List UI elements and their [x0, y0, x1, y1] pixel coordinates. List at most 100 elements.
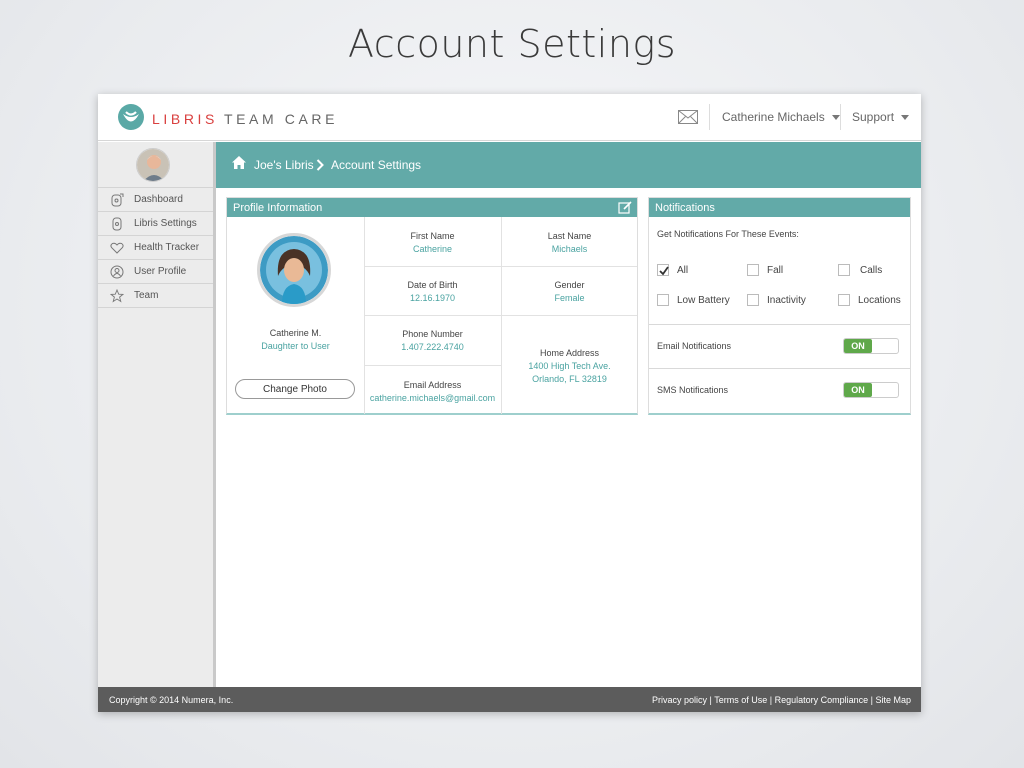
profile-icon [110, 265, 124, 279]
user-name: Catherine Michaels [722, 110, 825, 124]
sidebar-item-label: Health Tracker [134, 242, 200, 253]
dob-field[interactable]: Date of Birth 12.16.1970 [364, 280, 501, 303]
device-icon [112, 217, 122, 231]
notifications-panel: Notifications Get Notifications For Thes… [648, 197, 911, 415]
sms-notifications-label: SMS Notifications [657, 385, 729, 395]
email-notifications-toggle[interactable]: ON [843, 338, 899, 354]
address-line2: Orlando, FL 32819 [532, 374, 607, 384]
gender-label: Gender [554, 280, 585, 290]
last-name-label: Last Name [547, 231, 592, 241]
app-window: LIBRIS TEAM CARE Catherine Michaels Suppo… [98, 94, 921, 712]
checkbox-box [747, 294, 759, 306]
sidebar-avatar-area [98, 142, 213, 188]
row-divider [364, 315, 637, 316]
chevron-right-icon [316, 159, 324, 171]
checkbox-box [657, 294, 669, 306]
gender-value: Female [554, 293, 585, 303]
chevron-down-icon [831, 115, 840, 121]
heart-icon [110, 242, 124, 254]
phone-value: 1.407.222.4740 [401, 342, 464, 352]
phone-field[interactable]: Phone Number 1.407.222.4740 [364, 329, 501, 352]
checkbox-label: Locations [858, 295, 901, 306]
sidebar-item-dashboard[interactable]: Dashboard [98, 188, 213, 212]
section-divider [649, 324, 910, 325]
toggle-on-state: ON [844, 383, 872, 397]
profile-summary: Catherine M. Daughter to User [227, 328, 364, 351]
sidebar-item-health-tracker[interactable]: Health Tracker [98, 236, 213, 260]
footer-link-terms[interactable]: Terms of Use [714, 695, 767, 705]
breadcrumb: Joe's Libris Account Settings [216, 142, 921, 188]
first-name-field[interactable]: First Name Catherine [364, 231, 501, 254]
gender-field[interactable]: Gender Female [501, 280, 638, 303]
brand-name: LIBRIS TEAM CARE [152, 111, 338, 127]
support-menu[interactable]: Support [852, 110, 910, 124]
edit-icon[interactable] [618, 201, 632, 214]
copyright-text: Copyright © 2014 Numera, Inc. [109, 695, 234, 705]
checkbox-label: Fall [767, 265, 784, 276]
profile-photo [257, 233, 331, 307]
sidebar-item-label: Libris Settings [134, 218, 197, 229]
change-photo-button[interactable]: Change Photo [235, 379, 355, 399]
footer-link-privacy[interactable]: Privacy policy [652, 695, 707, 705]
profile-photo-portrait [260, 236, 328, 304]
sidebar-item-user-profile[interactable]: User Profile [98, 260, 213, 284]
address-field[interactable]: Home Address 1400 High Tech Ave. Orlando… [501, 348, 638, 384]
panel-title: Notifications [655, 202, 715, 214]
profile-relation: Daughter to User [261, 341, 330, 351]
events-label: Get Notifications For These Events: [657, 229, 799, 239]
brand-libris: LIBRIS [152, 111, 218, 127]
notifications-panel-header: Notifications [649, 198, 910, 217]
checkbox-label: Low Battery [677, 295, 730, 306]
slide-title: Account Settings [347, 22, 677, 66]
first-name-label: First Name [410, 231, 455, 241]
star-icon [110, 289, 124, 303]
checkbox-box [838, 294, 850, 306]
breadcrumb-current: Account Settings [331, 158, 422, 172]
address-label: Home Address [539, 348, 600, 358]
mail-icon[interactable] [678, 110, 698, 124]
header-divider [840, 104, 841, 130]
last-name-field[interactable]: Last Name Michaels [501, 231, 638, 254]
checkbox-label: All [677, 265, 689, 276]
sidebar-item-label: User Profile [134, 266, 187, 277]
footer: Copyright © 2014 Numera, Inc. Privacy po… [98, 687, 921, 712]
checkbox-box [747, 264, 759, 276]
sidebar-item-label: Dashboard [134, 194, 183, 205]
first-name-value: Catherine [412, 244, 453, 254]
sidebar-item-libris-settings[interactable]: Libris Settings [98, 212, 213, 236]
top-bar: LIBRIS TEAM CARE Catherine Michaels Suppo… [98, 94, 921, 141]
checkbox-box [657, 264, 669, 276]
email-field[interactable]: Email Address catherine.michaels@gmail.c… [364, 380, 501, 403]
user-avatar[interactable] [136, 148, 170, 182]
checkbox-label: Calls [860, 265, 883, 276]
breadcrumb-home-link[interactable]: Joe's Libris [254, 158, 314, 172]
last-name-value: Michaels [551, 244, 588, 254]
dob-value: 12.16.1970 [409, 293, 456, 303]
sms-notifications-toggle[interactable]: ON [843, 382, 899, 398]
toggle-on-state: ON [844, 339, 872, 353]
profile-panel-header: Profile Information [227, 198, 637, 217]
brand-team-care: TEAM CARE [223, 111, 339, 127]
email-value: catherine.michaels@gmail.com [369, 393, 496, 403]
header-divider [709, 104, 710, 130]
profile-panel: Profile Information Catherine M. Daughte… [226, 197, 638, 415]
checkmark-icon [659, 266, 669, 276]
user-menu[interactable]: Catherine Michaels [722, 110, 840, 124]
footer-link-sitemap[interactable]: Site Map [875, 695, 911, 705]
avatar-portrait [137, 149, 169, 181]
footer-link-regulatory[interactable]: Regulatory Compliance [775, 695, 869, 705]
section-divider [649, 368, 910, 369]
chevron-down-icon [901, 115, 910, 121]
home-icon[interactable] [231, 155, 247, 170]
email-notifications-label: Email Notifications [657, 341, 732, 351]
phone-label: Phone Number [402, 329, 463, 339]
panel-title: Profile Information [233, 202, 323, 214]
libris-logo [118, 104, 144, 130]
dashboard-icon [111, 193, 124, 207]
sidebar-item-label: Team [134, 290, 159, 301]
dob-label: Date of Birth [407, 280, 458, 290]
address-line1: 1400 High Tech Ave. [528, 361, 611, 371]
checkbox-box [838, 264, 850, 276]
sidebar-item-team[interactable]: Team [98, 284, 213, 308]
row-divider [364, 365, 501, 366]
